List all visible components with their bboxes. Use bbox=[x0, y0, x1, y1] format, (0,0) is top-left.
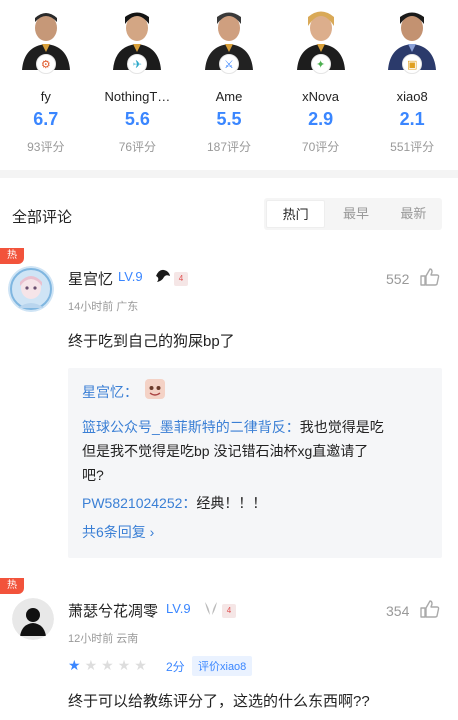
section-divider bbox=[0, 170, 458, 178]
player-rating-count: 551评分 bbox=[390, 140, 435, 154]
hot-badge: 热 bbox=[0, 578, 24, 594]
avatar[interactable] bbox=[12, 598, 54, 640]
player-name: xNova bbox=[302, 89, 339, 104]
view-all-replies-link[interactable]: 共6条回复 › bbox=[82, 522, 154, 542]
player-name: fy bbox=[40, 89, 51, 104]
player-score: 5.6 bbox=[124, 109, 150, 129]
reply-user-link[interactable]: PW5821024252： bbox=[82, 495, 196, 511]
tab-hot[interactable]: 热门 bbox=[266, 200, 326, 228]
rating-stars: ★ ★ ★ ★ ★ bbox=[68, 658, 147, 672]
team-badge-icon: ⚔ bbox=[218, 54, 239, 74]
team-badge-icon: ⚙ bbox=[35, 54, 56, 74]
thumbs-up-icon[interactable] bbox=[420, 268, 440, 286]
player-card[interactable]: ✦ xNova 2.9 70评分 bbox=[275, 0, 367, 162]
user-level: LV.9 bbox=[118, 269, 143, 284]
team-logo-icon bbox=[205, 602, 217, 615]
player-rating-count: 76评分 bbox=[118, 140, 157, 154]
user-level: LV.9 bbox=[166, 601, 191, 616]
comment-text: 终于吃到自己的狗屎bp了 bbox=[68, 333, 235, 350]
comment-username[interactable]: 星宫忆 bbox=[68, 268, 113, 289]
star-empty-icon: ★ bbox=[117, 657, 131, 673]
player-name: NothingT… bbox=[104, 89, 171, 104]
reply-line: PW5821024252：经典！！！ bbox=[82, 492, 432, 514]
player-rating-count: 70评分 bbox=[301, 140, 340, 154]
player-score: 2.1 bbox=[399, 109, 425, 129]
rating-score: 2分 bbox=[166, 660, 185, 674]
player-card[interactable]: ⚔ Ame 5.5 187评分 bbox=[183, 0, 275, 162]
tab-newest[interactable]: 最新 bbox=[385, 198, 442, 230]
tab-earliest[interactable]: 最早 bbox=[327, 198, 384, 230]
hot-badge: 热 bbox=[0, 248, 24, 264]
player-name: Ame bbox=[215, 89, 243, 104]
player-rating-count: 93评分 bbox=[27, 140, 65, 154]
like-count: 552 bbox=[386, 271, 410, 287]
avatar[interactable] bbox=[8, 266, 54, 312]
reply-line: 吧? bbox=[82, 467, 104, 483]
comment-meta: 14小时前 广东 bbox=[68, 301, 139, 313]
comment-username[interactable]: 萧瑟兮花凋零 bbox=[68, 600, 158, 621]
team-logo-icon bbox=[156, 269, 170, 282]
team-badge-icon: ✈ bbox=[127, 54, 148, 74]
star-filled-icon: ★ bbox=[68, 657, 81, 673]
comments-header: 全部评论 热门 最早 最新 bbox=[0, 188, 458, 240]
reply-user-link[interactable]: 篮球公众号_墨菲斯特的二律背反： bbox=[82, 419, 300, 435]
player-ratings-strip: ⚙ fy 6.7 93评分 ✈ NothingT… 5.6 76评分 ⚔ Ame… bbox=[0, 0, 458, 162]
emoji-sticker-icon bbox=[145, 379, 165, 399]
star-empty-icon: ★ bbox=[134, 657, 147, 673]
reply-author[interactable]: 星宫忆： bbox=[82, 382, 138, 402]
star-empty-icon: ★ bbox=[101, 657, 114, 673]
team-badge-icon: ✦ bbox=[310, 54, 331, 74]
thumbs-up-icon[interactable] bbox=[420, 600, 440, 618]
avatar-image bbox=[12, 598, 54, 640]
sort-tabs: 热门 最早 最新 bbox=[264, 198, 442, 230]
fan-badge: 4 bbox=[222, 604, 236, 618]
reply-line: 但是我不觉得是吃bp 没记错石油杯xg直邀请了 bbox=[82, 443, 369, 459]
player-score: 5.5 bbox=[216, 109, 242, 129]
player-card[interactable]: ⚙ fy 6.7 93评分 bbox=[0, 0, 92, 162]
reply-text: 经典！！！ bbox=[196, 495, 267, 511]
player-name: xiao8 bbox=[396, 89, 428, 104]
team-badge-icon: ▣ bbox=[402, 54, 423, 74]
avatar-image bbox=[8, 266, 54, 312]
rating-target-tag[interactable]: 评价xiao8 bbox=[192, 656, 253, 676]
comment-meta: 12小时前 云南 bbox=[68, 633, 139, 645]
player-rating-count: 187评分 bbox=[206, 140, 251, 154]
reply-line: 篮球公众号_墨菲斯特的二律背反：我也觉得是吃 bbox=[82, 416, 432, 438]
comments-title: 全部评论 bbox=[12, 209, 73, 226]
player-score: 2.9 bbox=[308, 109, 334, 129]
player-card[interactable]: ▣ xiao8 2.1 551评分 bbox=[366, 0, 458, 162]
like-count: 354 bbox=[386, 603, 410, 619]
player-score: 6.7 bbox=[33, 109, 59, 129]
star-empty-icon: ★ bbox=[84, 657, 98, 673]
reply-preview-box[interactable]: 星宫忆： 篮球公众号_墨菲斯特的二律背反：我也觉得是吃 但是我不觉得是吃bp 没… bbox=[68, 368, 442, 558]
comment-text: 终于可以给教练评分了，这选的什么东西啊?? bbox=[68, 693, 370, 710]
reply-text: 我也觉得是吃 bbox=[299, 419, 384, 435]
fan-badge: 4 bbox=[174, 272, 188, 286]
player-card[interactable]: ✈ NothingT… 5.6 76评分 bbox=[92, 0, 184, 162]
